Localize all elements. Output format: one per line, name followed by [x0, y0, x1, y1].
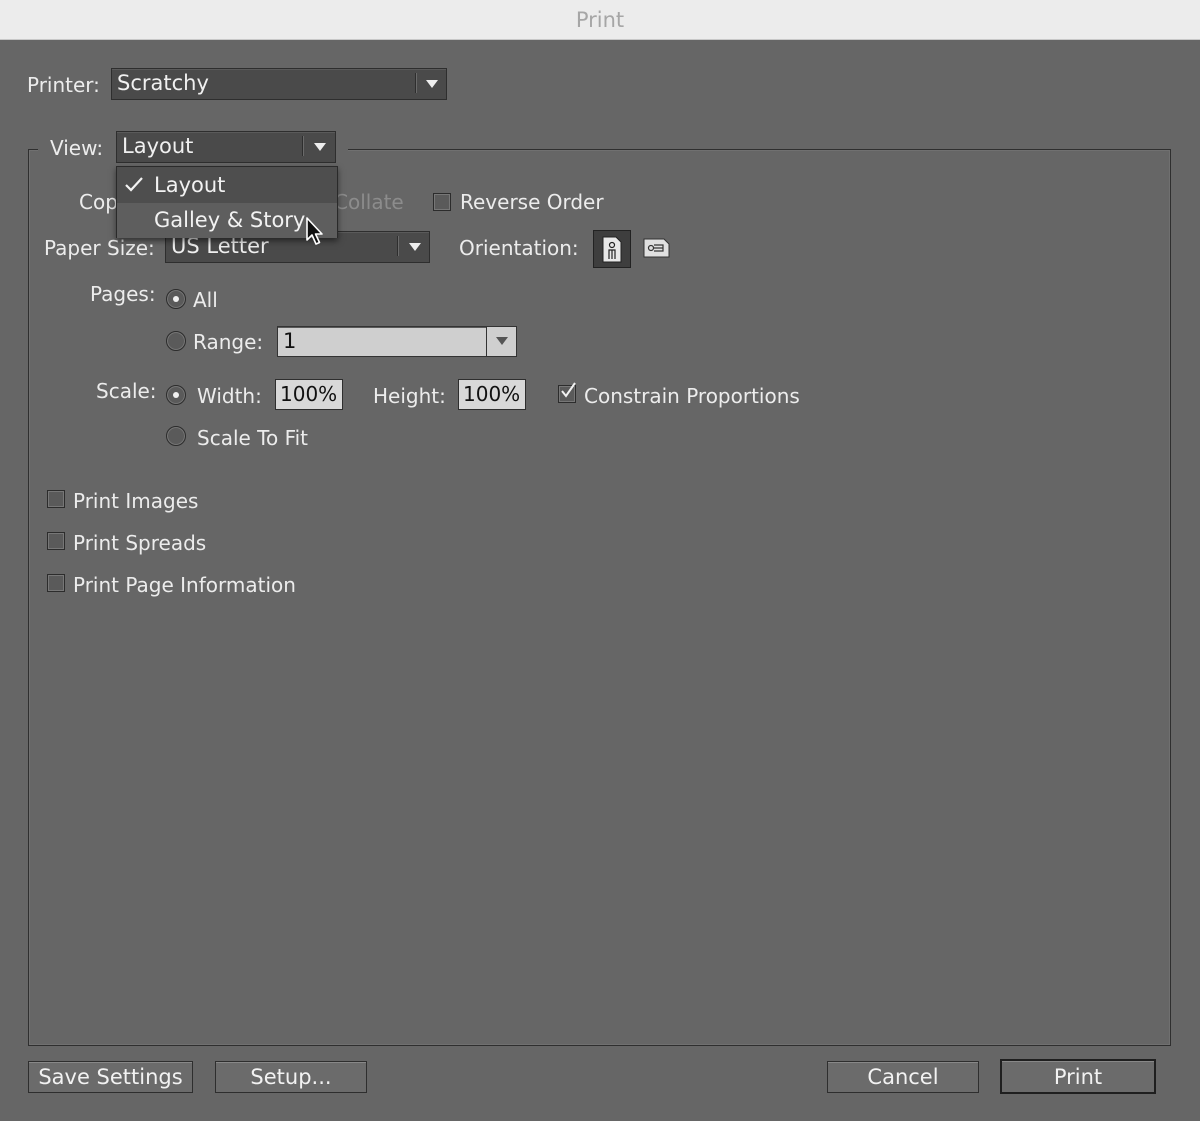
view-value: Layout [122, 134, 194, 158]
printer-select[interactable]: Scratchy [111, 68, 447, 100]
scale-width-field[interactable]: 100% [275, 379, 343, 410]
chevron-down-icon [426, 80, 438, 88]
scale-height-field[interactable]: 100% [458, 379, 526, 410]
scale-label: Scale: [96, 379, 157, 403]
chevron-down-icon [409, 243, 421, 251]
reverse-order-checkbox[interactable] [433, 193, 451, 211]
title-bar: Print [0, 0, 1200, 40]
pages-all-label: All [193, 288, 218, 312]
print-button[interactable]: Print [1000, 1059, 1156, 1094]
scale-to-fit-label: Scale To Fit [197, 426, 309, 450]
print-images-checkbox[interactable] [47, 490, 65, 508]
print-images-label: Print Images [73, 489, 199, 513]
constrain-proportions-label: Constrain Proportions [584, 384, 800, 408]
print-spreads-checkbox[interactable] [47, 532, 65, 550]
print-page-information-checkbox[interactable] [47, 574, 65, 592]
checkmark-icon [561, 382, 576, 398]
scale-height-label: Height: [373, 384, 446, 408]
view-select[interactable]: Layout [116, 131, 336, 163]
scale-to-fit-radio[interactable] [166, 426, 186, 446]
landscape-orientation-button[interactable] [638, 230, 676, 268]
menu-item-galley-story[interactable]: Galley & Story [117, 203, 337, 238]
save-settings-button[interactable]: Save Settings [28, 1061, 193, 1093]
print-page-information-label: Print Page Information [73, 573, 296, 597]
checkmark-icon [125, 177, 143, 192]
portrait-orientation-icon [602, 236, 622, 263]
collate-label: Collate [334, 190, 404, 214]
pages-range-label: Range: [193, 330, 264, 354]
cancel-button[interactable]: Cancel [827, 1061, 979, 1093]
orientation-label: Orientation: [459, 236, 579, 260]
pages-label: Pages: [90, 282, 156, 306]
print-spreads-label: Print Spreads [73, 531, 207, 555]
constrain-proportions-checkbox[interactable] [558, 382, 576, 403]
menu-item-label: Galley & Story [154, 208, 306, 232]
print-options-group [28, 149, 1171, 1046]
portrait-orientation-button[interactable] [593, 230, 631, 268]
printer-value: Scratchy [117, 71, 209, 95]
chevron-down-icon [496, 337, 508, 345]
landscape-orientation-icon [643, 238, 670, 258]
view-label: View: [50, 136, 104, 160]
printer-label: Printer: [27, 73, 100, 97]
paper-size-label: Paper Size: [44, 236, 155, 260]
scale-width-radio[interactable] [166, 385, 186, 405]
pages-range-radio[interactable] [166, 331, 186, 351]
menu-item-label: Layout [154, 173, 226, 197]
scale-width-label: Width: [197, 384, 262, 408]
setup-button[interactable]: Setup... [215, 1061, 367, 1093]
menu-item-layout[interactable]: Layout [117, 168, 337, 203]
reverse-order-label: Reverse Order [460, 190, 604, 214]
copies-label: Cop [79, 190, 118, 214]
pages-range-value: 1 [283, 329, 297, 353]
window-title: Print [575, 7, 625, 32]
pages-all-radio[interactable] [166, 289, 186, 309]
mouse-cursor-icon [306, 217, 323, 245]
chevron-down-icon [314, 143, 326, 151]
pages-range-combo[interactable]: 1 [277, 326, 517, 357]
